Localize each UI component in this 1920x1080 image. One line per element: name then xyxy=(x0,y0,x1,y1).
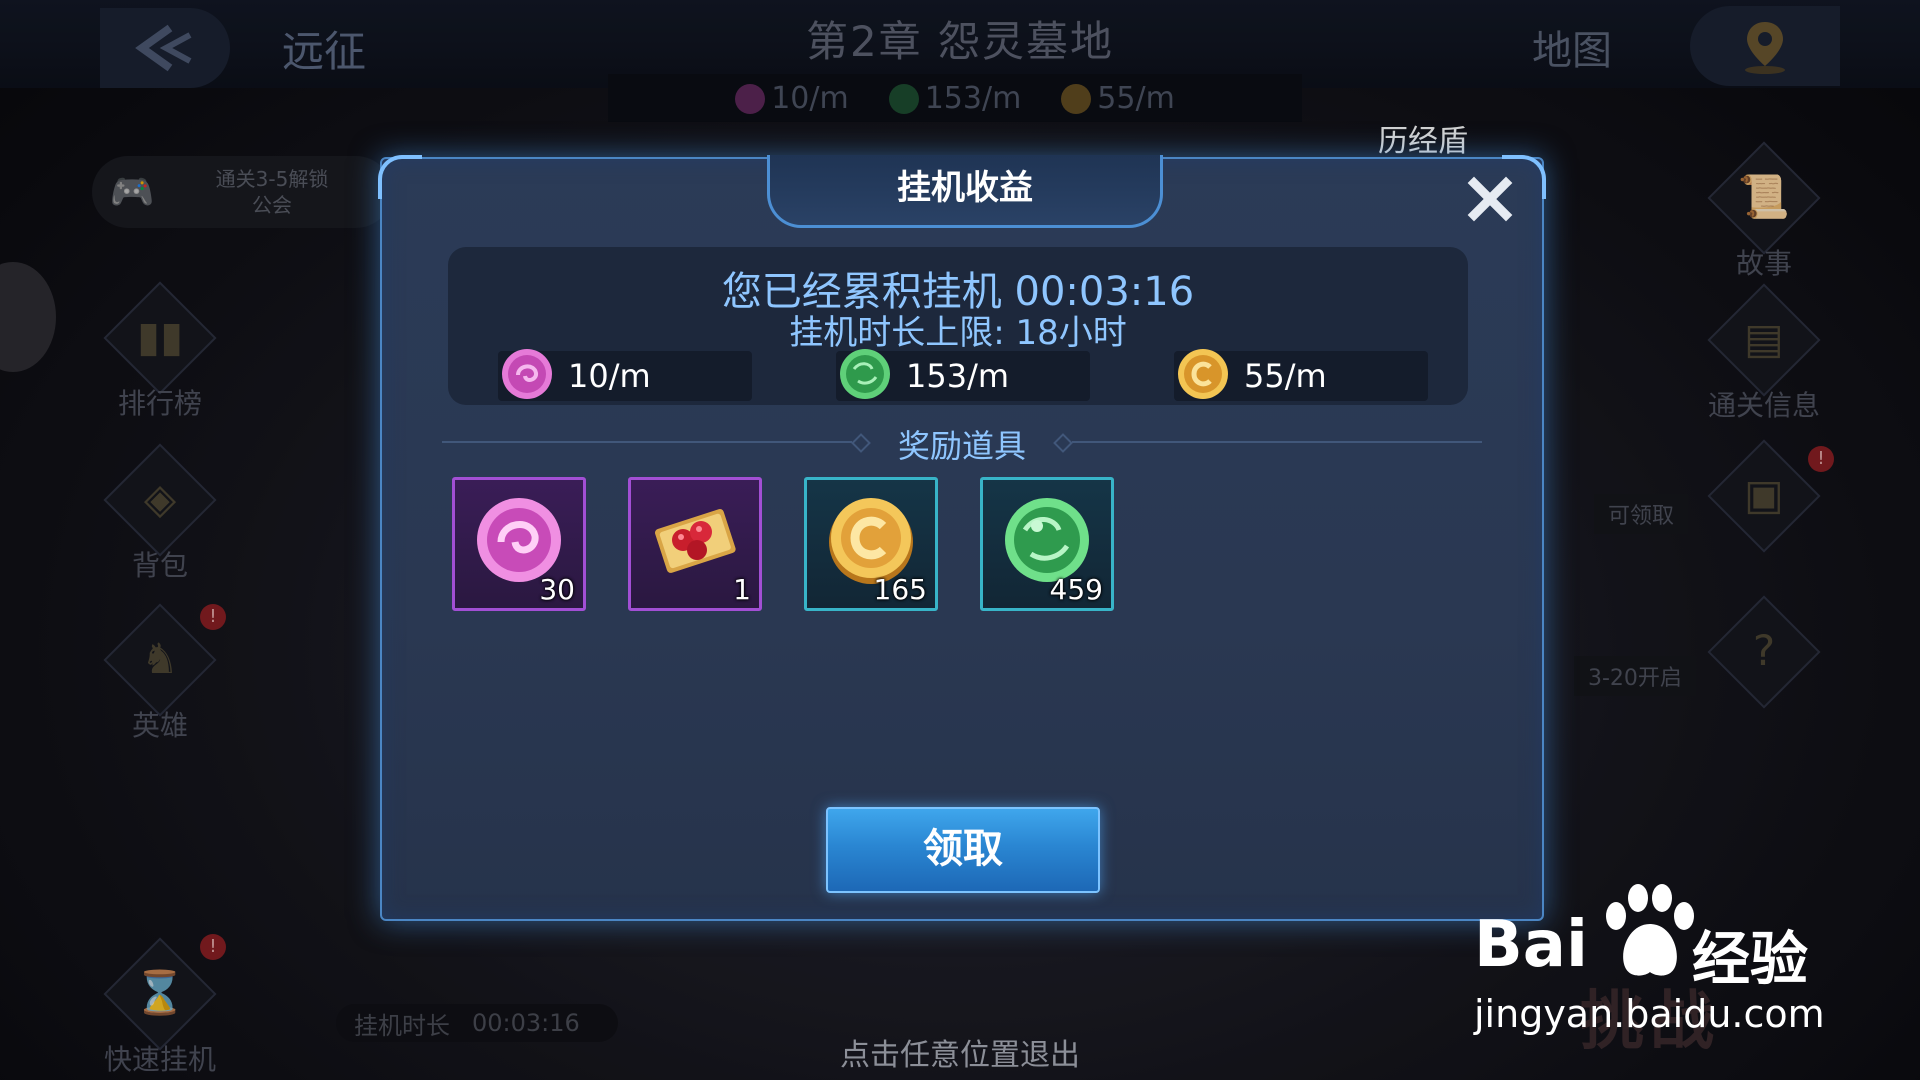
dialog-title: 挂机收益 xyxy=(767,155,1163,228)
reward-item-gem-ticket[interactable]: 1 xyxy=(628,477,762,611)
close-button[interactable] xyxy=(1460,169,1520,229)
item-quantity: 459 xyxy=(1049,573,1103,606)
baidu-paw-logo xyxy=(1606,884,1694,976)
gold-coin-icon xyxy=(1178,349,1228,399)
baidu-experience-text: 经验 xyxy=(1692,925,1809,993)
rate-gold: 55/m xyxy=(1174,349,1428,401)
baidu-brand-text: Bai xyxy=(1474,908,1588,982)
reward-items: 30 1 165 459 xyxy=(452,477,1114,611)
item-quantity: 1 xyxy=(733,573,751,606)
green-orb-icon xyxy=(840,349,890,399)
idle-time-limit: 挂机时长上限: 18小时 xyxy=(789,313,1127,353)
rate-value: 10/m xyxy=(568,357,651,395)
rate-green: 153/m xyxy=(836,349,1090,401)
rate-value: 153/m xyxy=(906,357,1010,395)
income-rate-row: 10/m 153/m 55/m xyxy=(498,349,1478,401)
claim-button[interactable]: 领取 xyxy=(826,807,1100,893)
baidu-url: jingyan.baidu.com xyxy=(1474,992,1825,1036)
divider-right xyxy=(1072,441,1482,443)
reward-section-header: 奖励道具 xyxy=(442,427,1482,465)
rate-value: 55/m xyxy=(1244,357,1327,395)
reward-section-title: 奖励道具 xyxy=(897,427,1026,465)
item-quantity: 165 xyxy=(873,573,927,606)
reward-item-pink-orb[interactable]: 30 xyxy=(452,477,586,611)
baidu-watermark: Bai 经验 jingyan.baidu.com xyxy=(1474,880,1854,1040)
gem-ticket-icon xyxy=(655,508,736,573)
close-icon xyxy=(1467,176,1513,222)
idle-rewards-dialog: 挂机收益 您已经累积挂机 00:03:16 挂机时长上限: 18小时 10/m … xyxy=(378,155,1546,921)
pink-orb-icon xyxy=(502,349,552,399)
reward-item-gold-coin[interactable]: 165 xyxy=(804,477,938,611)
rate-pink: 10/m xyxy=(498,349,752,401)
item-quantity: 30 xyxy=(539,573,575,606)
reward-item-green-orb[interactable]: 459 xyxy=(980,477,1114,611)
idle-info-panel: 您已经累积挂机 00:03:16 挂机时长上限: 18小时 10/m 153/m xyxy=(448,247,1468,405)
